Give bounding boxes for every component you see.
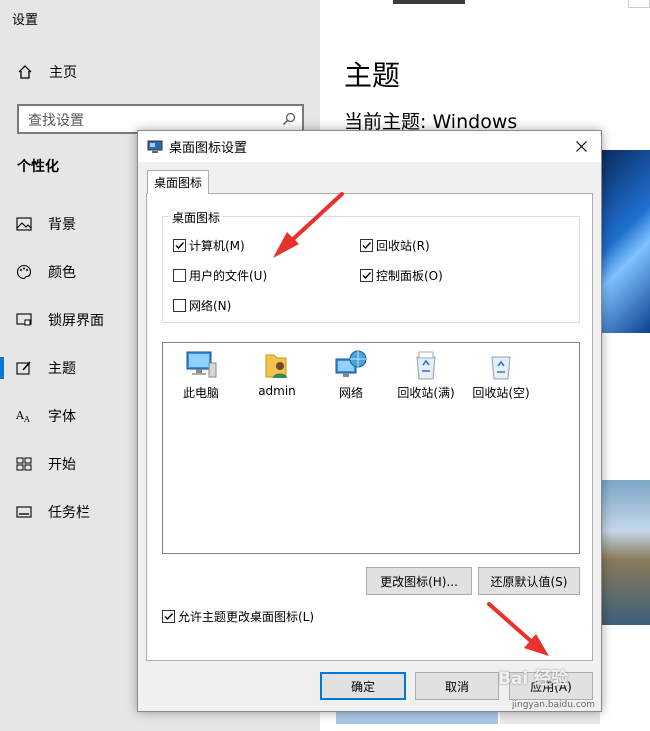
computer-icon [186, 351, 217, 378]
recycle-bin-full-icon [416, 351, 436, 380]
checkbox-recycle-bin[interactable]: 回收站(R) [360, 237, 430, 254]
section-title: 个性化 [17, 159, 59, 175]
nav-label: 开始 [48, 457, 76, 473]
checkbox-label: 用户的文件(U) [189, 269, 268, 283]
page-title: 主题 [344, 59, 401, 92]
settings-window-title: 设置 [12, 13, 39, 28]
icon-label: 此电脑 [182, 386, 219, 400]
tab-panel: 桌面图标 计算机(M) 回收站(R) 用户的文件(U) 控制面板(O) 网络(N… [146, 193, 593, 661]
watermark-url: jingyan.baidu.com [512, 700, 596, 710]
recycle-bin-empty-icon [491, 356, 511, 380]
icon-label: 回收站(空) [472, 386, 530, 400]
icon-list[interactable]: 此电脑 admin 网络 回收站(满) 回收站(空) [162, 342, 580, 554]
icon-item-network[interactable]: 网络 [315, 349, 387, 401]
network-icon [335, 350, 367, 377]
checkbox-user-files[interactable]: 用户的文件(U) [173, 267, 267, 284]
check-icon [164, 613, 174, 621]
nav-label: 锁屏界面 [48, 313, 104, 329]
theme-brush-icon [16, 361, 31, 375]
desktop-settings-app-icon [147, 140, 163, 153]
start-grid-icon [16, 457, 32, 471]
palette-icon [16, 264, 32, 280]
nav-label: 字体 [48, 409, 76, 425]
checkbox-box[interactable] [360, 239, 373, 252]
home-nav-item[interactable]: 主页 [17, 62, 77, 82]
checkbox-control-panel[interactable]: 控制面板(O) [360, 267, 443, 284]
checkbox-computer[interactable]: 计算机(M) [173, 237, 245, 254]
user-folder-icon [265, 354, 287, 378]
nav-label: 主题 [48, 361, 76, 377]
check-icon [362, 242, 372, 250]
checkbox-network[interactable]: 网络(N) [173, 297, 231, 314]
icon-label: admin [258, 384, 296, 398]
icon-item-recycle-empty[interactable]: 回收站(空) [465, 349, 537, 401]
checkbox-label: 回收站(R) [376, 239, 430, 253]
picture-icon [16, 217, 32, 231]
checkbox-box[interactable] [360, 269, 373, 282]
watermark-brand: Bai 经验 [498, 669, 569, 689]
checkbox-allow-theme[interactable]: 允许主题更改桌面图标(L) [162, 608, 314, 625]
theme-thumbnail-top-right[interactable] [628, 0, 650, 8]
font-icon: AA [16, 409, 30, 423]
close-button[interactable] [561, 131, 601, 162]
desktop-icon-settings-dialog: 桌面图标设置 桌面图标 桌面图标 计算机(M) 回收站(R) 用户的文件(U) … [137, 130, 602, 712]
icon-label: 网络 [338, 386, 363, 400]
change-icon-button[interactable]: 更改图标(H)... [366, 567, 472, 595]
cancel-button[interactable]: 取消 [415, 672, 499, 700]
search-icon [283, 112, 296, 125]
checkbox-label: 网络(N) [189, 299, 232, 313]
checkbox-label: 计算机(M) [189, 239, 245, 253]
nav-label: 任务栏 [48, 505, 90, 521]
dialog-titlebar[interactable]: 桌面图标设置 [138, 131, 601, 162]
icon-item-admin[interactable]: admin [241, 349, 313, 398]
lock-screen-icon [16, 313, 32, 326]
checkbox-box[interactable] [173, 239, 186, 252]
close-icon [575, 141, 587, 152]
dialog-title: 桌面图标设置 [169, 141, 248, 156]
theme-thumbnail-top[interactable] [393, 0, 465, 4]
icon-item-recycle-full[interactable]: 回收站(满) [390, 349, 462, 401]
checkbox-label: 控制面板(O) [376, 269, 443, 283]
ok-button[interactable]: 确定 [320, 672, 406, 700]
nav-label: 背景 [48, 217, 76, 233]
beach-theme-preview[interactable] [600, 480, 650, 625]
checkbox-box[interactable] [173, 299, 186, 312]
windows-theme-preview[interactable] [600, 150, 650, 333]
check-icon [362, 272, 372, 280]
restore-default-button[interactable]: 还原默认值(S) [478, 567, 580, 595]
nav-label: 颜色 [48, 265, 76, 281]
home-icon [18, 65, 32, 79]
svg-text:A: A [23, 415, 30, 423]
checkbox-box[interactable] [173, 269, 186, 282]
check-icon [175, 242, 185, 250]
groupbox-label: 桌面图标 [170, 209, 223, 226]
icon-item-this-pc[interactable]: 此电脑 [165, 349, 237, 401]
search-placeholder: 查找设置 [28, 113, 84, 129]
taskbar-icon [16, 506, 32, 518]
home-label: 主页 [49, 65, 77, 81]
desktop-icons-groupbox: 桌面图标 计算机(M) 回收站(R) 用户的文件(U) 控制面板(O) 网络(N… [162, 209, 580, 323]
tab-desktop-icons[interactable]: 桌面图标 [147, 170, 209, 194]
checkbox-label: 允许主题更改桌面图标(L) [178, 610, 315, 624]
checkbox-box[interactable] [162, 610, 175, 623]
icon-label: 回收站(满) [397, 386, 455, 400]
